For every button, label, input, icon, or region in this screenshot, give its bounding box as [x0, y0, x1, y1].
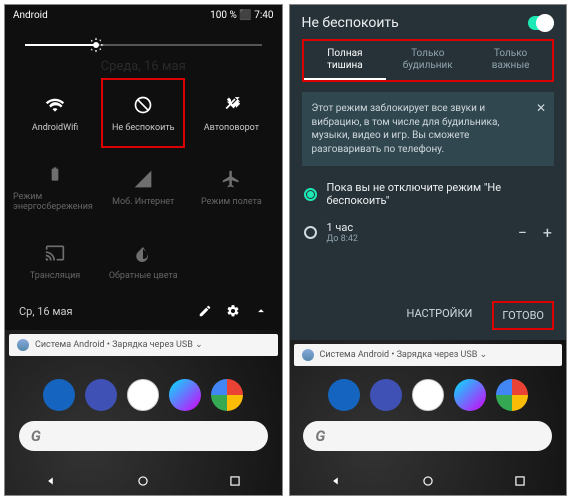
brightness-track [25, 44, 262, 46]
tile-rotate[interactable]: Автоповорот [189, 78, 273, 148]
tab-важные[interactable]: Тольковажные [469, 41, 552, 80]
notification-row[interactable]: Система Android • Зарядка через USB ⌄ [294, 344, 563, 366]
signal-icon [133, 167, 153, 191]
tile-invert[interactable]: Обратные цвета [101, 226, 185, 296]
done-button[interactable]: ГОТОВО [492, 301, 554, 330]
dnd-tabs: ПолнаятишинаТолькобудильникТольковажные [302, 39, 555, 82]
dock-icons [43, 379, 243, 411]
radio-icon [304, 226, 317, 239]
play-store-icon[interactable] [169, 379, 201, 411]
dock: G [5, 379, 282, 467]
dnd-header: Не беспокоить [302, 15, 555, 31]
tab-тишина[interactable]: Полнаятишина [304, 41, 387, 80]
notification-text: Система Android • Зарядка через USB ⌄ [320, 350, 488, 360]
dock: G [290, 379, 567, 467]
recents-icon[interactable] [228, 474, 242, 488]
phone-left: Android 100 % ⬛ 7:40 Среда, 16 мая Andro… [4, 4, 283, 496]
option-subtext: До 8:42 [327, 234, 508, 244]
brightness-slider[interactable] [13, 33, 274, 57]
cast-icon [45, 241, 65, 265]
dnd-toggle[interactable] [528, 16, 554, 30]
tile-signal[interactable]: Моб. Интернет [101, 152, 185, 222]
dnd-panel: Не беспокоить ПолнаятишинаТолькобудильни… [290, 5, 567, 340]
chevron-up-icon[interactable] [254, 304, 268, 318]
gear-icon[interactable] [226, 304, 240, 318]
recents-icon[interactable] [513, 474, 527, 488]
tile-grid: AndroidWifi Не беспокоить Автоповорот Режим… [13, 78, 274, 296]
background-date: Среда, 16 мая [13, 59, 274, 74]
phone-app-icon[interactable] [328, 379, 360, 411]
qs-footer: Ср, 16 мая [13, 296, 274, 322]
tile-label: Автоповорот [204, 123, 259, 133]
duration-option[interactable]: 1 часДо 8:42−+ [302, 214, 555, 251]
tile-label: AndroidWifi [32, 123, 78, 133]
notification-text: Система Android • Зарядка через USB ⌄ [35, 340, 203, 350]
contacts-app-icon[interactable] [85, 379, 117, 411]
tile-airplane[interactable]: Режим полета [189, 152, 273, 222]
info-text: Этот режим заблокирует все звуки и вибра… [312, 103, 500, 155]
dock-icons [328, 379, 528, 411]
chrome-app-icon[interactable] [211, 379, 243, 411]
close-icon[interactable]: ✕ [536, 100, 546, 116]
dnd-actions: НАСТРОЙКИ ГОТОВО [302, 301, 555, 330]
wifi-icon [45, 93, 65, 117]
brightness-thumb-icon[interactable] [87, 36, 105, 54]
tile-battery[interactable]: Режим энергосбережения [13, 152, 97, 222]
dnd-title: Не беспокоить [302, 15, 399, 31]
qs-footer-actions [198, 304, 268, 318]
phone-right: Не беспокоить ПолнаятишинаТолькобудильни… [289, 4, 568, 496]
play-store-icon[interactable] [454, 379, 486, 411]
quick-settings-panel: Среда, 16 мая AndroidWifi Не беспокоить Ав… [5, 25, 282, 330]
dnd-icon [133, 93, 153, 117]
google-search-bar[interactable]: G [303, 421, 552, 451]
edit-icon[interactable] [198, 304, 212, 318]
android-system-icon [302, 349, 314, 361]
option-text: Пока вы не отключите режим "Не беспокоит… [327, 181, 553, 207]
home-icon[interactable] [421, 474, 435, 488]
tile-label: Режим полета [201, 197, 262, 207]
info-card: Этот режим заблокирует все звуки и вибра… [302, 92, 555, 166]
footer-date: Ср, 16 мая [19, 305, 73, 318]
minus-icon[interactable]: − [518, 223, 527, 242]
tile-label: Трансляция [30, 271, 80, 281]
android-system-icon [17, 339, 29, 351]
phone-app-icon[interactable] [43, 379, 75, 411]
rotate-icon [221, 93, 241, 117]
notification-row[interactable]: Система Android • Зарядка через USB ⌄ [9, 334, 278, 356]
contacts-app-icon[interactable] [370, 379, 402, 411]
plus-icon[interactable]: + [543, 223, 552, 242]
tile-label: Моб. Интернет [112, 197, 174, 207]
tile-label: Не беспокоить [112, 123, 175, 133]
chrome-app-icon[interactable] [496, 379, 528, 411]
gmail-app-icon[interactable] [412, 379, 444, 411]
invert-icon [133, 241, 153, 265]
duration-option[interactable]: Пока вы не отключите режим "Не беспокоит… [302, 174, 555, 214]
brightness-fill [25, 44, 96, 46]
google-search-bar[interactable]: G [19, 421, 268, 451]
tile-dnd[interactable]: Не беспокоить [101, 78, 185, 148]
status-label: Android [13, 10, 48, 21]
tile-wifi[interactable]: AndroidWifi [13, 78, 97, 148]
google-g-icon: G [31, 427, 41, 445]
back-icon[interactable] [329, 474, 343, 488]
gmail-app-icon[interactable] [127, 379, 159, 411]
back-icon[interactable] [44, 474, 58, 488]
radio-icon [304, 188, 317, 201]
tile-cast[interactable]: Трансляция [13, 226, 97, 296]
tile-label: Режим энергосбережения [13, 192, 97, 212]
settings-button[interactable]: НАСТРОЙКИ [399, 301, 481, 330]
navigation-bar [290, 467, 567, 495]
google-g-icon: G [315, 427, 325, 445]
status-right: 100 % ⬛ 7:40 [210, 10, 273, 21]
duration-options: Пока вы не отключите режим "Не беспокоит… [302, 174, 555, 251]
status-bar: Android 100 % ⬛ 7:40 [5, 5, 282, 25]
tile-label: Обратные цвета [109, 271, 178, 281]
home-icon[interactable] [136, 474, 150, 488]
option-text: 1 час [327, 221, 508, 234]
airplane-icon [221, 167, 241, 191]
tab-будильник[interactable]: Толькобудильник [386, 41, 469, 80]
battery-icon [47, 162, 63, 186]
navigation-bar [5, 467, 282, 495]
